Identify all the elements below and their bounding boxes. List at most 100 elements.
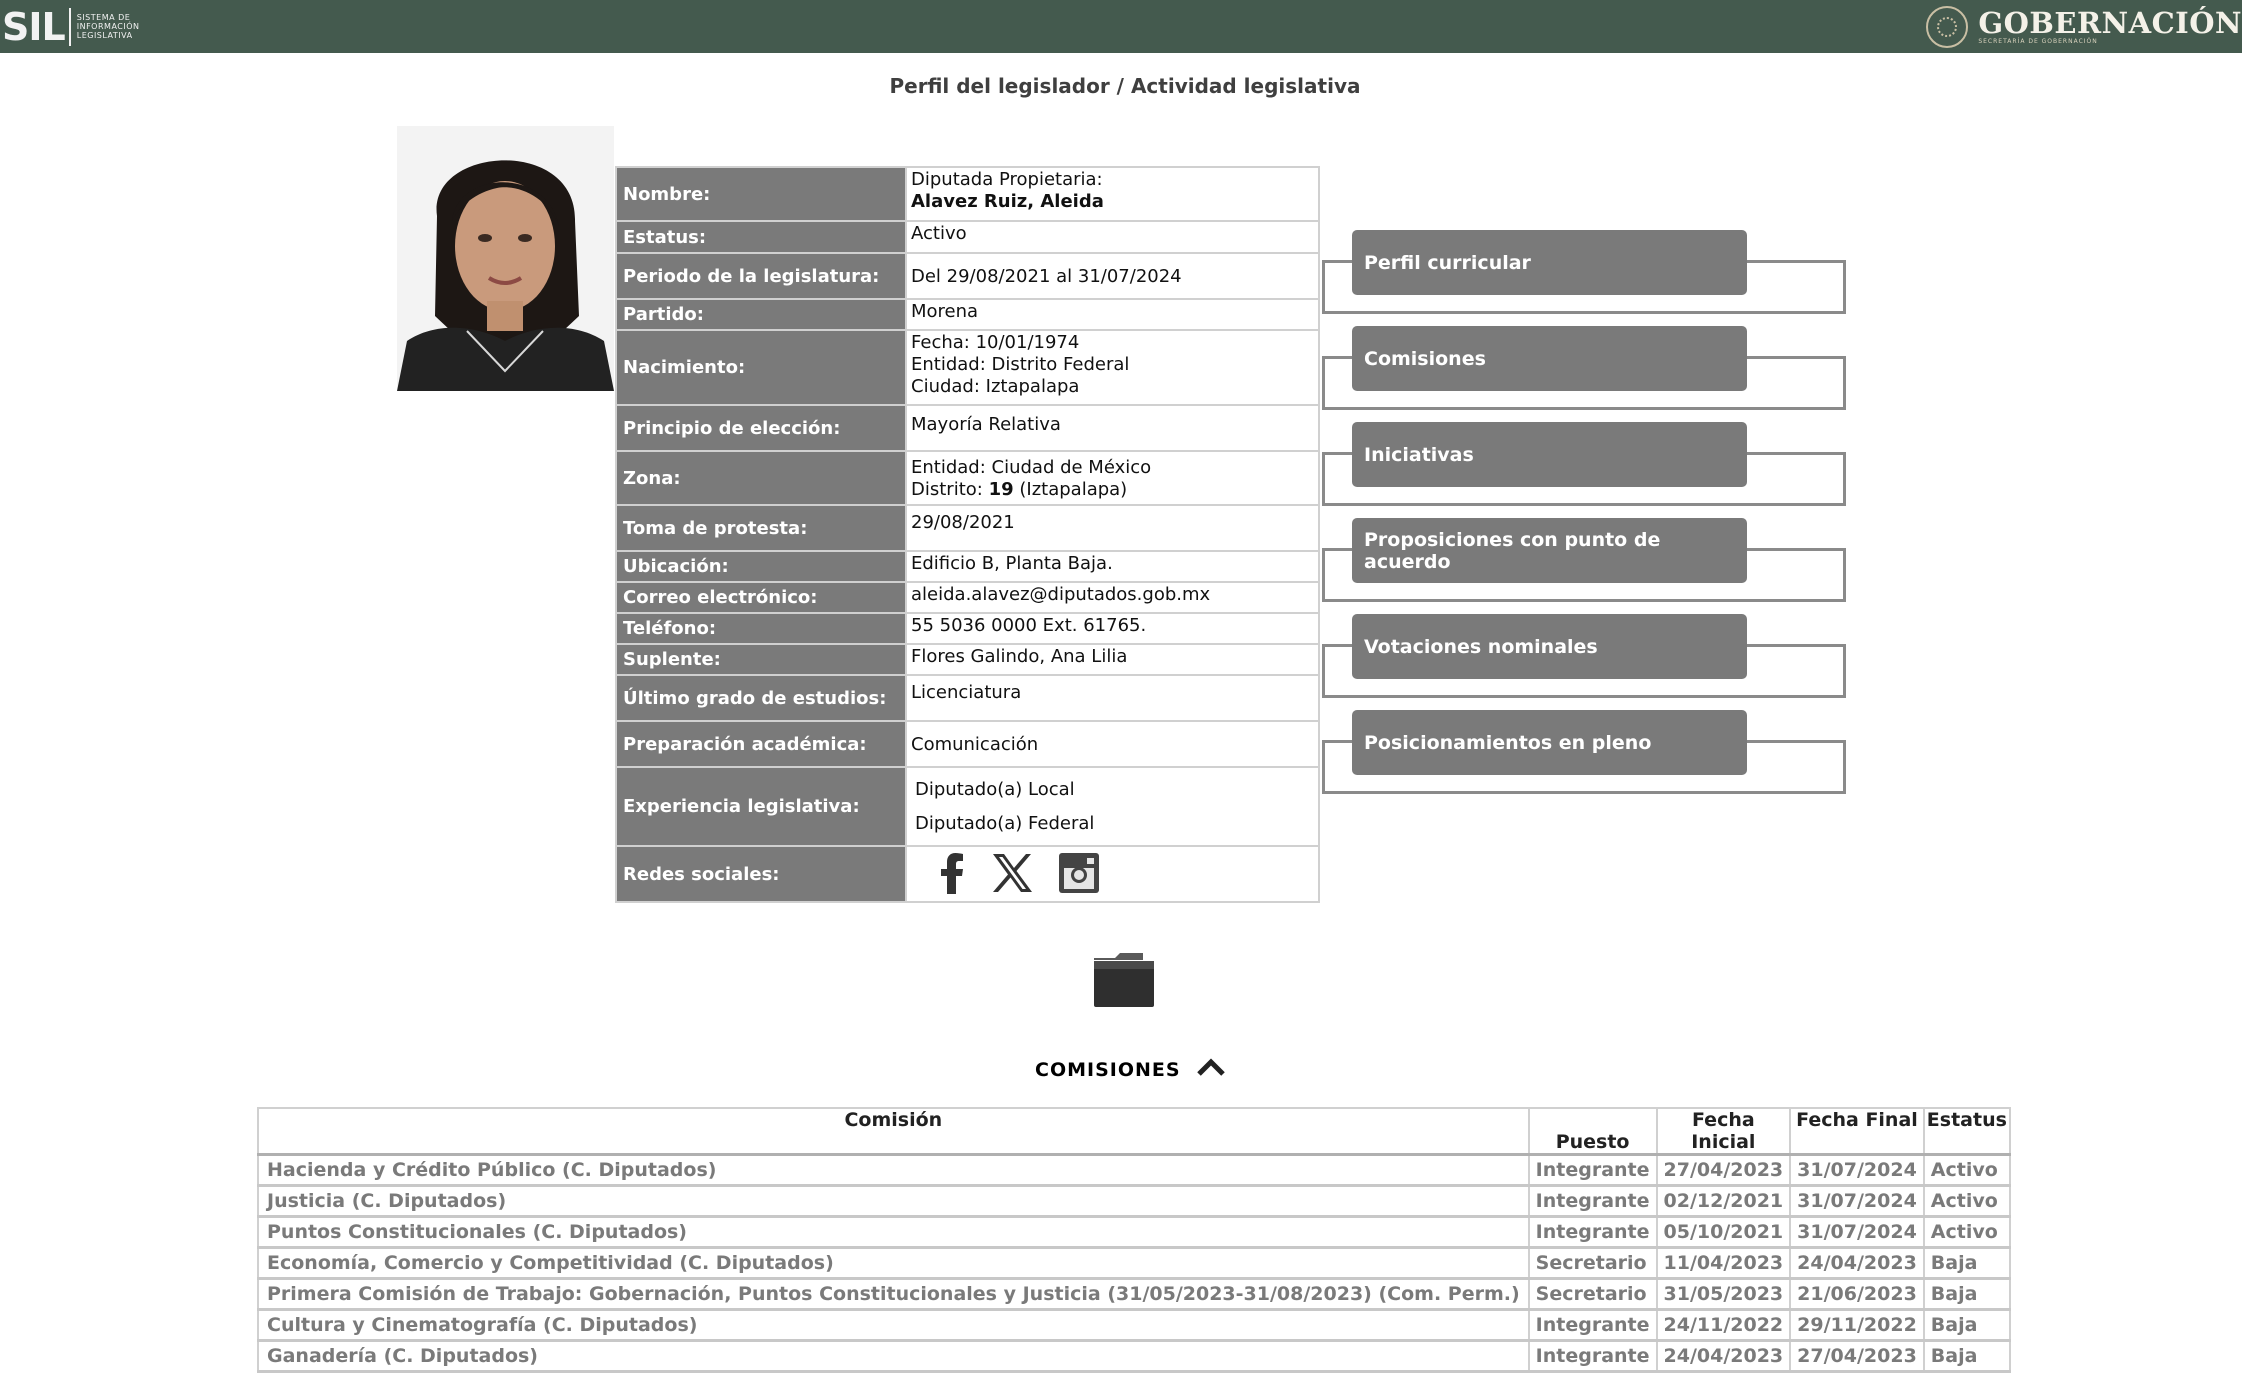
chevron-up-icon[interactable] [1196,1058,1225,1081]
iniciativas-button[interactable]: Iniciativas [1352,422,1747,487]
cell-comision[interactable]: Justicia (C. Diputados) [257,1185,1530,1218]
value-preparacion: Comunicación [905,720,1320,768]
zona-distrito-prefix: Distrito: [911,478,983,500]
zona-distrito: Distrito: 19 (Iztapalapa) [911,479,1314,501]
cell-estatus: Baja [1922,1278,2011,1311]
votaciones-button[interactable]: Votaciones nominales [1352,614,1747,679]
table-row: Puntos Constitucionales (C. Diputados) I… [257,1216,2011,1249]
menu-votaciones[interactable]: Votaciones nominales [1322,610,1847,702]
table-row: Ganadería (C. Diputados) Integrante 24/0… [257,1340,2011,1373]
label-telefono: Teléfono: [615,612,907,645]
value-correo[interactable]: aleida.alavez@diputados.gob.mx [905,581,1320,614]
table-row: Cultura y Cinematografía (C. Diputados) … [257,1309,2011,1342]
cell-fecha-inicial: 05/10/2021 [1655,1216,1792,1249]
value-redes [905,845,1320,903]
legislator-photo [397,126,614,391]
perfil-curricular-button[interactable]: Perfil curricular [1352,230,1747,295]
cell-fecha-final: 21/06/2023 [1789,1278,1925,1311]
label-grado: Último grado de estudios: [615,674,907,722]
comisiones-toggle[interactable]: COMISIONES [1035,1058,1225,1081]
page-title: Perfil del legislador / Actividad legisl… [889,74,1361,98]
cell-puesto: Integrante [1527,1309,1658,1342]
top-header-bar: SIL SISTEMA DE INFORMACIÓN LEGISLATIVA G… [0,0,2242,53]
label-toma: Toma de protesta: [615,504,907,552]
value-ubicacion: Edificio B, Planta Baja. [905,550,1320,583]
cell-fecha-inicial: 24/04/2023 [1655,1340,1792,1373]
posicionamientos-button[interactable]: Posicionamientos en pleno [1352,710,1747,775]
cell-fecha-final: 29/11/2022 [1789,1309,1925,1342]
experiencia-item: Diputado(a) Federal [915,813,1095,834]
cell-estatus: Baja [1922,1340,2011,1373]
cell-fecha-final: 31/07/2024 [1789,1154,1925,1187]
legislator-profile-table: Nombre: Diputada Propietaria: Alavez Rui… [615,166,1320,903]
cell-puesto: Integrante [1527,1340,1658,1373]
value-grado: Licenciatura [905,674,1320,722]
experiencia-item: Diputado(a) Local [915,779,1075,800]
facebook-icon[interactable] [939,852,965,901]
label-suplente: Suplente: [615,643,907,676]
nacimiento-fecha: Fecha: 10/01/1974 [911,332,1080,353]
x-icon[interactable] [991,853,1033,900]
cell-comision[interactable]: Puntos Constitucionales (C. Diputados) [257,1216,1530,1249]
label-correo: Correo electrónico: [615,581,907,614]
table-row: Primera Comisión de Trabajo: Gobernación… [257,1278,2011,1311]
cell-comision[interactable]: Economía, Comercio y Competitividad (C. … [257,1247,1530,1280]
cell-fecha-inicial: 27/04/2023 [1655,1154,1792,1187]
national-seal-icon [1926,5,1969,48]
cell-comision[interactable]: Primera Comisión de Trabajo: Gobernación… [257,1278,1530,1311]
value-nombre: Diputada Propietaria: Alavez Ruiz, Aleid… [905,166,1320,222]
cell-puesto: Secretario [1527,1278,1658,1311]
cell-fecha-final: 31/07/2024 [1789,1185,1925,1218]
cell-puesto: Secretario [1527,1247,1658,1280]
label-preparacion: Preparación académica: [615,720,907,768]
menu-proposiciones[interactable]: Proposiciones con punto de acuerdo [1322,514,1847,606]
menu-posicionamientos[interactable]: Posicionamientos en pleno [1322,706,1847,798]
cell-comision[interactable]: Hacienda y Crédito Público (C. Diputados… [257,1154,1530,1187]
label-ubicacion: Ubicación: [615,550,907,583]
cell-comision[interactable]: Cultura y Cinematografía (C. Diputados) [257,1309,1530,1342]
proposiciones-button[interactable]: Proposiciones con punto de acuerdo [1352,518,1747,583]
value-principio: Mayoría Relativa [905,404,1320,452]
column-header-fecha-final: Fecha Final [1789,1107,1925,1156]
value-periodo: Del 29/08/2021 al 31/07/2024 [905,252,1320,300]
cell-fecha-inicial: 24/11/2022 [1655,1309,1792,1342]
nombre-cargo: Diputada Propietaria: [911,169,1103,190]
label-estatus: Estatus: [615,220,907,254]
menu-perfil-curricular[interactable]: Perfil curricular [1322,226,1847,318]
label-nombre: Nombre: [615,166,907,222]
instagram-icon[interactable] [1059,853,1099,900]
cell-puesto: Integrante [1527,1216,1658,1249]
cell-fecha-final: 27/04/2023 [1789,1340,1925,1373]
zona-distrito-suffix: (Iztapalapa) [1019,478,1128,500]
comisiones-button[interactable]: Comisiones [1352,326,1747,391]
cell-estatus: Baja [1922,1309,2011,1342]
column-header-estatus: Estatus [1922,1107,2011,1156]
sil-logo[interactable]: SIL SISTEMA DE INFORMACIÓN LEGISLATIVA [2,0,167,53]
menu-iniciativas[interactable]: Iniciativas [1322,418,1847,510]
value-suplente: Flores Galindo, Ana Lilia [905,643,1320,676]
column-header-fecha-inicial: Fecha Inicial [1655,1107,1792,1156]
value-estatus: Activo [905,220,1320,254]
label-zona: Zona: [615,450,907,506]
cell-estatus: Baja [1922,1247,2011,1280]
label-principio: Principio de elección: [615,404,907,452]
comisiones-table: Comisión Puesto Fecha Inicial Fecha Fina… [257,1107,2011,1373]
column-header-comision: Comisión [257,1107,1530,1156]
value-telefono: 55 5036 0000 Ext. 61765. [905,612,1320,645]
cell-fecha-final: 31/07/2024 [1789,1216,1925,1249]
menu-comisiones[interactable]: Comisiones [1322,322,1847,414]
nombre-completo: Alavez Ruiz, Aleida [911,191,1104,212]
cell-comision[interactable]: Ganadería (C. Diputados) [257,1340,1530,1373]
label-experiencia: Experiencia legislativa: [615,766,907,847]
table-row: Economía, Comercio y Competitividad (C. … [257,1247,2011,1280]
gobernacion-logo[interactable]: GOBERNACIÓN SECRETARÍA DE GOBERNACIÓN [1926,0,2242,53]
cell-fecha-inicial: 31/05/2023 [1655,1278,1792,1311]
folder-icon[interactable] [1093,952,1155,1008]
label-nacimiento: Nacimiento: [615,329,907,406]
cell-puesto: Integrante [1527,1185,1658,1218]
sil-logo-text: SIL [2,4,66,49]
label-partido: Partido: [615,298,907,331]
sil-logo-subtitle: SISTEMA DE INFORMACIÓN LEGISLATIVA [76,13,140,40]
zona-distrito-num: 19 [988,478,1014,500]
value-nacimiento: Fecha: 10/01/1974 Entidad: Distrito Fede… [905,329,1320,406]
